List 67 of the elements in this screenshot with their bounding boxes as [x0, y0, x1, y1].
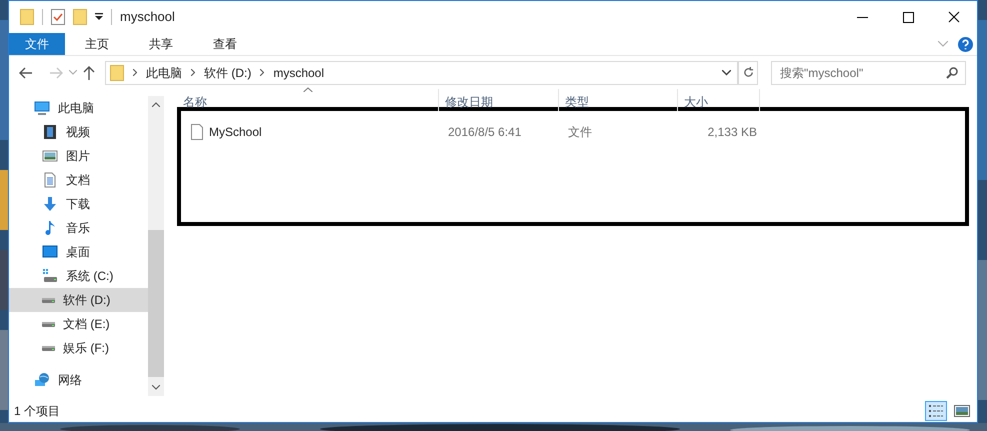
- file-name: MySchool: [209, 124, 262, 141]
- file-size: 2,133 KB: [706, 124, 757, 141]
- column-header[interactable]: 名称: [177, 89, 439, 111]
- chevron-right-icon[interactable]: [260, 69, 264, 76]
- refresh-button[interactable]: [738, 60, 758, 84]
- help-icon[interactable]: [958, 36, 973, 52]
- breadcrumb[interactable]: 此电脑: [146, 64, 182, 82]
- sidebar-item[interactable]: 音乐: [9, 216, 148, 240]
- back-arrow-icon[interactable]: [19, 66, 33, 78]
- scroll-down-icon[interactable]: [152, 385, 160, 390]
- status-text: 1 个项目: [14, 403, 60, 420]
- desktop-icon: [42, 244, 58, 260]
- picture-icon: [42, 148, 58, 164]
- sidebar-item[interactable]: 娱乐 (F:): [9, 336, 148, 360]
- drive-icon: [42, 268, 58, 284]
- file-type: 文件: [567, 124, 593, 141]
- file-menu-tab[interactable]: 文件: [9, 33, 65, 55]
- ribbon-tab[interactable]: 主页: [65, 33, 129, 55]
- file-row[interactable]: MySchool 2016/8/5 6:41 文件 2,133 KB: [187, 121, 965, 143]
- refresh-icon: [742, 67, 754, 78]
- sidebar-item[interactable]: 下载: [9, 192, 148, 216]
- sidebar-item[interactable]: 此电脑: [9, 96, 148, 120]
- close-icon: [948, 11, 960, 23]
- ribbon-tab[interactable]: 共享: [129, 33, 193, 55]
- folder-icon: [110, 64, 124, 80]
- chevron-right-icon[interactable]: [191, 69, 195, 76]
- sidebar-item[interactable]: 桌面: [9, 240, 148, 264]
- sidebar-item[interactable]: 系统 (C:): [9, 264, 148, 288]
- column-header[interactable]: 大小: [678, 89, 760, 111]
- chevron-down-icon[interactable]: [722, 70, 731, 76]
- file-icon: [191, 124, 203, 140]
- chevron-right-icon[interactable]: [133, 69, 137, 76]
- new-folder-icon: [73, 9, 87, 25]
- column-header[interactable]: 类型: [559, 89, 678, 111]
- search-icon: [946, 66, 958, 78]
- picture-icon: [954, 405, 970, 417]
- sidebar-item[interactable]: 网络: [9, 368, 148, 392]
- monitor-icon: [34, 100, 50, 116]
- ribbon-tab[interactable]: 查看: [193, 33, 257, 55]
- drive-icon: [42, 346, 55, 350]
- scrollbar[interactable]: [148, 96, 164, 396]
- up-arrow-icon[interactable]: [83, 66, 95, 80]
- sidebar-item[interactable]: 软件 (D:): [9, 288, 148, 312]
- address-bar[interactable]: 此电脑 软件 (D:) myschool: [105, 60, 738, 84]
- window-title: myschool: [120, 8, 175, 26]
- drive-icon: [42, 298, 55, 302]
- sidebar-item[interactable]: 图片: [9, 144, 148, 168]
- breadcrumb[interactable]: 软件 (D:): [204, 64, 252, 82]
- list-icon: [928, 404, 944, 418]
- folder-icon: [20, 9, 34, 25]
- film-icon: [42, 124, 58, 140]
- checklist-icon[interactable]: [51, 9, 65, 25]
- details-view-button[interactable]: [925, 401, 947, 421]
- sort-caret-icon: [303, 87, 312, 92]
- sidebar-item[interactable]: 文档: [9, 168, 148, 192]
- dropdown-icon[interactable]: [95, 13, 103, 21]
- sidebar-item[interactable]: 文档 (E:): [9, 312, 148, 336]
- document-icon: [42, 172, 58, 188]
- search-field[interactable]: 搜索"myschool": [771, 60, 966, 84]
- download-arrow-icon: [42, 196, 58, 212]
- network-globe-icon: [34, 372, 50, 388]
- column-header[interactable]: 修改日期: [439, 89, 559, 111]
- scroll-up-icon[interactable]: [152, 102, 160, 107]
- drive-icon: [42, 322, 55, 326]
- sidebar-item[interactable]: 视频: [9, 120, 148, 144]
- file-date: 2016/8/5 6:41: [447, 124, 522, 141]
- breadcrumb[interactable]: myschool: [273, 64, 324, 82]
